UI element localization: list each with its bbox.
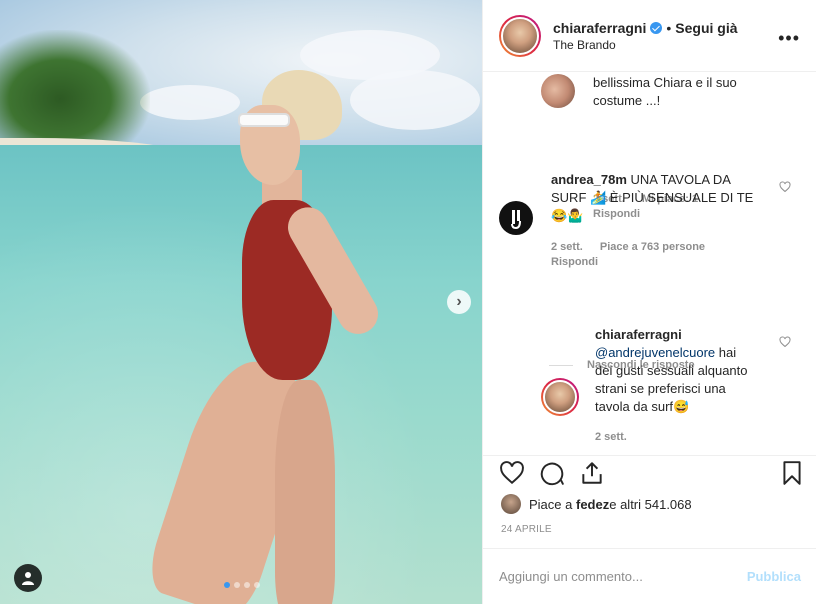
carousel-dot-active [224, 582, 230, 588]
comment-time[interactable]: 2 sett. [551, 241, 583, 253]
profile-avatar[interactable] [499, 14, 541, 57]
carousel-dot [234, 582, 240, 588]
post-date[interactable]: 24 APRILE [501, 524, 552, 535]
juventus-logo-icon [511, 210, 521, 229]
palm-trees [0, 30, 150, 145]
comment-body: hai [715, 345, 737, 360]
comment-input[interactable] [499, 569, 747, 584]
comment-bubble-icon[interactable] [539, 460, 565, 486]
header-text: chiaraferragni • Segui già The Brando [553, 20, 738, 52]
comment-body: bellissima Chiara e il suo costume ...! [593, 75, 737, 108]
comment-body: strani se preferisci una [595, 381, 726, 396]
likes-summary[interactable]: Piace a fedez e altri 541.068 [501, 494, 692, 514]
save-bookmark-icon[interactable] [779, 460, 805, 486]
comment-time[interactable]: 2 sett. [595, 431, 627, 443]
comment-username[interactable]: chiaraferragni [595, 327, 682, 342]
comment-text: andrea_78m UNA TAVOLA DA SURF 🏄 È PIÙ SE… [551, 171, 761, 225]
cloud [140, 85, 240, 120]
share-icon[interactable] [579, 460, 605, 486]
carousel-dot [254, 582, 260, 588]
publish-button[interactable]: Pubblica [747, 569, 801, 584]
more-options-icon[interactable]: ••• [778, 28, 800, 49]
comment-meta: 2 sett. Piace a 763 persone [551, 240, 719, 255]
commenter-avatar[interactable] [541, 74, 575, 108]
separator: • [666, 19, 672, 36]
comment-username[interactable]: andrea_78m [551, 172, 627, 187]
comment-body: 😂🤷‍♂️ [551, 208, 584, 223]
comment-body: tavola da surf😅 [595, 399, 690, 414]
username-link[interactable]: chiaraferragni [553, 20, 646, 36]
verified-badge-icon [650, 21, 663, 34]
comment-likes[interactable]: Piace a 763 persone [600, 241, 705, 253]
user-icon [22, 572, 34, 585]
comment-body: dei gusti sessuali alquanto [595, 363, 748, 378]
add-comment-bar: Pubblica [483, 548, 816, 604]
mention-link[interactable]: @andrejuvenelcuore [595, 345, 715, 360]
like-heart-icon[interactable] [499, 460, 525, 486]
figure-sunglasses [238, 113, 290, 127]
reply-button[interactable]: Rispondi [551, 255, 598, 270]
post-side-panel: chiaraferragni • Segui già The Brando ••… [482, 0, 816, 604]
carousel-dot [244, 582, 250, 588]
comment-body: SURF 🏄 È PIÙ SENSUALE DI TE [551, 190, 754, 205]
liker-username[interactable]: fedez [576, 497, 609, 512]
divider-line [549, 364, 573, 366]
avatar-image [501, 16, 539, 55]
post-image[interactable]: › [0, 0, 482, 604]
location-link[interactable]: The Brando [553, 38, 738, 52]
user-tags-button[interactable] [14, 564, 42, 592]
comment-text: bellissima Chiara e il suo costume ...! [593, 74, 753, 110]
commenter-avatar[interactable] [541, 378, 579, 416]
header-top: chiaraferragni • Segui già [553, 20, 738, 36]
next-image-button[interactable]: › [447, 290, 471, 314]
figure-leg [275, 380, 335, 604]
like-comment-heart-icon[interactable] [779, 336, 791, 348]
comment-meta: 2 sett. [595, 430, 641, 445]
carousel-dots [224, 582, 260, 588]
post-actions-bar [483, 455, 816, 493]
commenter-avatar[interactable] [499, 201, 533, 235]
likes-others[interactable]: e altri 541.068 [609, 497, 691, 512]
comment-text: chiaraferragni @andrejuvenelcuore hai de… [595, 326, 775, 416]
chevron-right-icon: › [456, 293, 462, 310]
liker-avatar [501, 494, 521, 514]
avatar-image [543, 380, 577, 414]
comments-list[interactable]: bellissima Chiara e il suo costume ...! … [483, 72, 816, 455]
cloud [350, 70, 480, 130]
post-header: chiaraferragni • Segui già The Brando ••… [483, 0, 816, 72]
following-button[interactable]: Segui già [675, 20, 737, 36]
like-comment-heart-icon[interactable] [779, 181, 791, 193]
comment-body: UNA TAVOLA DA [630, 172, 731, 187]
likes-prefix: Piace a [529, 496, 573, 512]
